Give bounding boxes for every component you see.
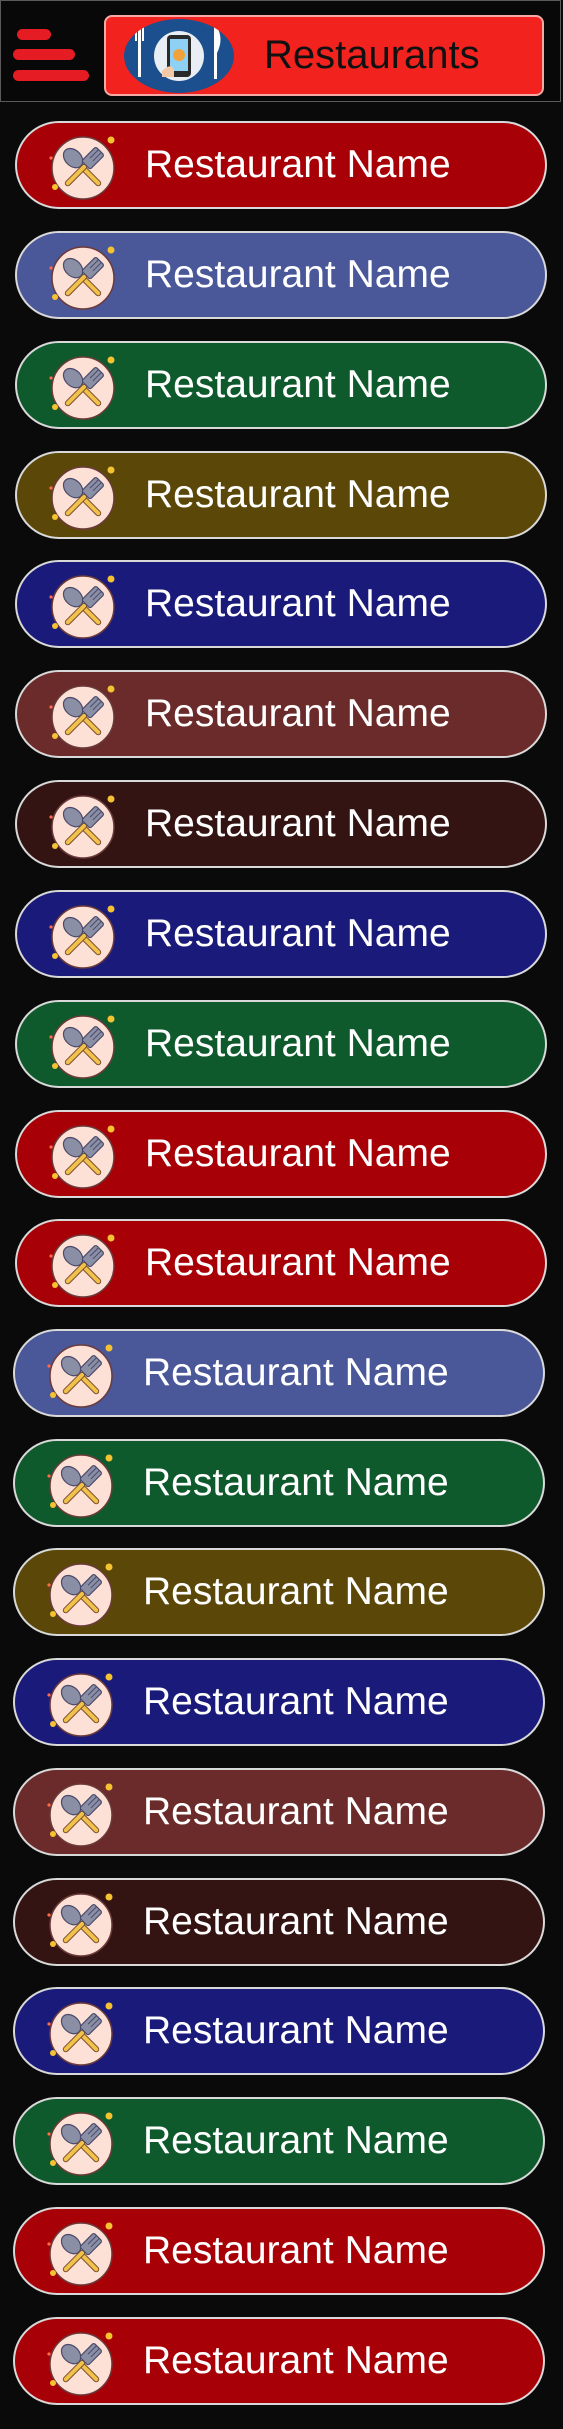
spoon-fork-plate-icon bbox=[43, 1779, 119, 1849]
restaurant-name: Restaurant Name bbox=[143, 1351, 449, 1394]
restaurant-name: Restaurant Name bbox=[145, 1241, 451, 1284]
restaurant-name: Restaurant Name bbox=[143, 2009, 449, 2052]
restaurant-card[interactable]: Restaurant Name bbox=[15, 780, 547, 868]
restaurant-card[interactable]: Restaurant Name bbox=[13, 2317, 545, 2405]
restaurant-card[interactable]: Restaurant Name bbox=[13, 1987, 545, 2075]
hamburger-menu-icon[interactable] bbox=[11, 28, 89, 84]
restaurant-name: Restaurant Name bbox=[145, 363, 451, 406]
restaurant-name: Restaurant Name bbox=[143, 1680, 449, 1723]
spoon-fork-plate-icon bbox=[45, 242, 121, 312]
restaurant-name: Restaurant Name bbox=[145, 143, 451, 186]
spoon-fork-plate-icon bbox=[45, 352, 121, 422]
spoon-fork-plate-icon bbox=[43, 1340, 119, 1410]
restaurant-name: Restaurant Name bbox=[145, 802, 451, 845]
phone-food-order-icon bbox=[124, 19, 234, 93]
spoon-fork-plate-icon bbox=[45, 1121, 121, 1191]
restaurant-name: Restaurant Name bbox=[145, 912, 451, 955]
spoon-fork-plate-icon bbox=[43, 1998, 119, 2068]
spoon-fork-plate-icon bbox=[45, 132, 121, 202]
restaurant-name: Restaurant Name bbox=[143, 2119, 449, 2162]
spoon-fork-plate-icon bbox=[43, 1450, 119, 1520]
restaurant-name: Restaurant Name bbox=[143, 2339, 449, 2382]
restaurant-name: Restaurant Name bbox=[143, 2229, 449, 2272]
restaurant-card[interactable]: Restaurant Name bbox=[15, 121, 547, 209]
restaurant-name: Restaurant Name bbox=[145, 253, 451, 296]
spoon-fork-plate-icon bbox=[45, 1011, 121, 1081]
spoon-fork-plate-icon bbox=[45, 791, 121, 861]
restaurant-card[interactable]: Restaurant Name bbox=[15, 451, 547, 539]
restaurant-name: Restaurant Name bbox=[145, 692, 451, 735]
restaurant-card[interactable]: Restaurant Name bbox=[15, 560, 547, 648]
restaurant-card[interactable]: Restaurant Name bbox=[13, 1439, 545, 1527]
restaurant-card[interactable]: Restaurant Name bbox=[15, 890, 547, 978]
spoon-fork-plate-icon bbox=[45, 1230, 121, 1300]
restaurant-card[interactable]: Restaurant Name bbox=[13, 1329, 545, 1417]
spoon-fork-plate-icon bbox=[43, 1559, 119, 1629]
spoon-fork-plate-icon bbox=[45, 901, 121, 971]
app-header: Restaurants bbox=[0, 0, 561, 102]
restaurant-name: Restaurant Name bbox=[145, 1132, 451, 1175]
page-title: Restaurants bbox=[264, 33, 480, 77]
restaurant-name: Restaurant Name bbox=[143, 1570, 449, 1613]
page-title-banner: Restaurants bbox=[104, 15, 544, 96]
spoon-fork-plate-icon bbox=[43, 2328, 119, 2398]
spoon-fork-plate-icon bbox=[43, 1669, 119, 1739]
restaurant-card[interactable]: Restaurant Name bbox=[13, 1878, 545, 1966]
restaurant-card[interactable]: Restaurant Name bbox=[13, 2097, 545, 2185]
restaurant-name: Restaurant Name bbox=[145, 1022, 451, 1065]
spoon-fork-plate-icon bbox=[45, 681, 121, 751]
restaurant-card[interactable]: Restaurant Name bbox=[15, 1000, 547, 1088]
restaurant-name: Restaurant Name bbox=[145, 582, 451, 625]
restaurant-card[interactable]: Restaurant Name bbox=[13, 2207, 545, 2295]
restaurant-card[interactable]: Restaurant Name bbox=[15, 231, 547, 319]
restaurant-name: Restaurant Name bbox=[145, 473, 451, 516]
restaurant-name: Restaurant Name bbox=[143, 1461, 449, 1504]
restaurant-name: Restaurant Name bbox=[143, 1790, 449, 1833]
spoon-fork-plate-icon bbox=[43, 1889, 119, 1959]
restaurant-card[interactable]: Restaurant Name bbox=[15, 341, 547, 429]
restaurant-card[interactable]: Restaurant Name bbox=[13, 1768, 545, 1856]
restaurant-card[interactable]: Restaurant Name bbox=[15, 1219, 547, 1307]
spoon-fork-plate-icon bbox=[43, 2218, 119, 2288]
restaurant-name: Restaurant Name bbox=[143, 1900, 449, 1943]
spoon-fork-plate-icon bbox=[45, 462, 121, 532]
spoon-fork-plate-icon bbox=[45, 571, 121, 641]
restaurant-card[interactable]: Restaurant Name bbox=[13, 1658, 545, 1746]
restaurant-card[interactable]: Restaurant Name bbox=[13, 1548, 545, 1636]
restaurant-card[interactable]: Restaurant Name bbox=[15, 1110, 547, 1198]
restaurant-card[interactable]: Restaurant Name bbox=[15, 670, 547, 758]
spoon-fork-plate-icon bbox=[43, 2108, 119, 2178]
